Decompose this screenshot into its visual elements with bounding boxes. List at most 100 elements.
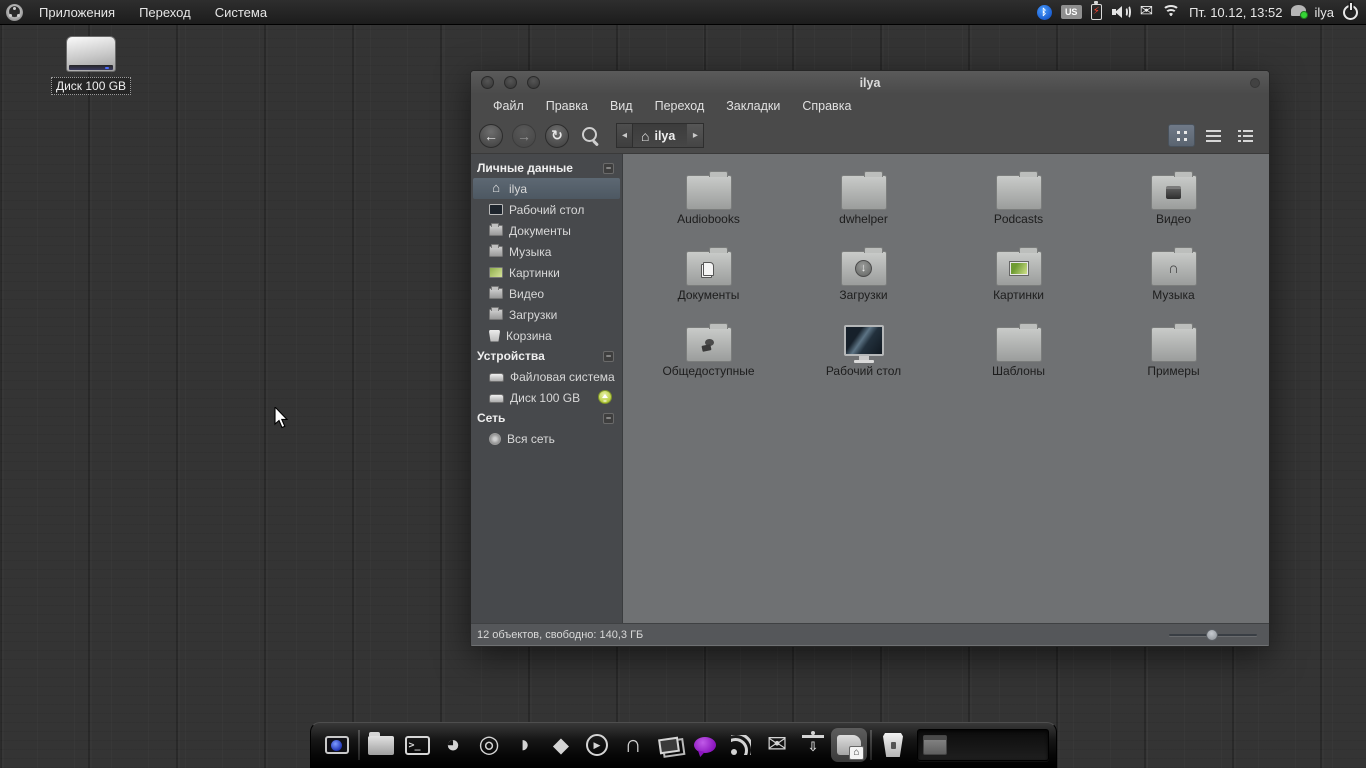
file-templates[interactable]: Шаблоны xyxy=(941,318,1096,394)
back-button[interactable]: ← xyxy=(479,124,503,148)
dock-songbird-icon[interactable]: ◗ xyxy=(507,728,543,762)
dock-audio-headphones-icon[interactable]: ∩ xyxy=(615,728,651,762)
collapse-icon[interactable]: − xyxy=(603,163,614,174)
file-documents[interactable]: Документы xyxy=(631,242,786,318)
path-scroll-right-icon[interactable]: ▸ xyxy=(687,123,704,148)
menu-edit[interactable]: Правка xyxy=(536,96,598,116)
path-home-button[interactable]: ⌂ilya xyxy=(633,123,687,148)
distributor-logo-icon[interactable] xyxy=(6,4,23,21)
window-item-thumbnail[interactable] xyxy=(923,735,947,755)
dock-file-manager-home-icon-active[interactable] xyxy=(831,728,867,762)
dock-inkscape-icon[interactable]: ◆ xyxy=(543,728,579,762)
username-label[interactable]: ilya xyxy=(1314,5,1334,20)
menu-help[interactable]: Справка xyxy=(792,96,861,116)
sidebar-item-home[interactable]: ⌂ilya xyxy=(473,178,620,199)
collapse-icon[interactable]: − xyxy=(603,413,614,424)
desktop-disk-icon[interactable]: Диск 100 GB xyxy=(48,36,134,95)
search-icon[interactable] xyxy=(578,124,602,148)
battery-charging-icon[interactable]: ⚡ xyxy=(1091,4,1102,20)
window-close-button[interactable] xyxy=(481,76,494,89)
mail-icon[interactable]: ✉ xyxy=(1140,2,1153,22)
sidebar-item-disk-100gb[interactable]: Диск 100 GB xyxy=(473,387,620,408)
titlebar[interactable]: ilya xyxy=(471,71,1269,94)
sidebar-item-desktop[interactable]: Рабочий стол xyxy=(473,199,620,220)
file-label: Загрузки xyxy=(839,288,887,302)
sidebar-section-network[interactable]: Сеть − xyxy=(471,408,622,428)
menu-go[interactable]: Переход xyxy=(645,96,715,116)
folder-icon xyxy=(996,327,1042,362)
sidebar-item-videos[interactable]: Видео xyxy=(473,283,620,304)
compact-view-button[interactable] xyxy=(1232,124,1259,147)
pictures-folder-icon xyxy=(996,251,1042,286)
file-podcasts[interactable]: Podcasts xyxy=(941,166,1096,242)
dock-file-browser-icon[interactable] xyxy=(363,728,399,762)
path-scroll-left-icon[interactable]: ◂ xyxy=(616,123,633,148)
keyboard-layout-badge[interactable]: US xyxy=(1061,5,1082,19)
path-home-label: ilya xyxy=(654,129,675,143)
sidebar-item-entire-network[interactable]: Вся сеть xyxy=(473,428,620,449)
dock-trash-icon[interactable] xyxy=(875,728,911,762)
clock[interactable]: Пт. 10.12, 13:52 xyxy=(1189,5,1282,20)
eject-button[interactable] xyxy=(598,390,612,404)
sidebar-section-devices[interactable]: Устройства − xyxy=(471,346,622,366)
reload-button[interactable]: ↻ xyxy=(545,124,569,148)
docky-anchor-icon[interactable] xyxy=(319,728,355,762)
file-examples[interactable]: Примеры xyxy=(1096,318,1251,394)
menu-places[interactable]: Переход xyxy=(131,2,199,23)
bluetooth-icon[interactable]: ᛒ xyxy=(1037,5,1052,20)
file-pictures[interactable]: Картинки xyxy=(941,242,1096,318)
volume-icon[interactable] xyxy=(1111,4,1131,20)
sidebar-item-label: Документы xyxy=(509,224,571,238)
online-status-dot xyxy=(1300,11,1308,19)
slider-knob[interactable] xyxy=(1206,629,1218,641)
icon-view-button[interactable] xyxy=(1168,124,1195,147)
dock-firefox-icon[interactable]: ◕ xyxy=(435,728,471,762)
file-video[interactable]: Видео xyxy=(1096,166,1251,242)
network-wifi-icon[interactable] xyxy=(1162,5,1180,19)
dock-messenger-icon[interactable] xyxy=(687,728,723,762)
window-minimize-button[interactable] xyxy=(504,76,517,89)
menu-system[interactable]: Система xyxy=(207,2,275,23)
forward-button[interactable]: → xyxy=(512,124,536,148)
dock-mail-icon[interactable]: ✉ xyxy=(759,728,795,762)
sidebar-item-music[interactable]: Музыка xyxy=(473,241,620,262)
file-dwhelper[interactable]: dwhelper xyxy=(786,166,941,242)
menu-applications[interactable]: Приложения xyxy=(31,2,123,23)
user-presence-icon[interactable] xyxy=(1291,5,1308,19)
dock-downloads-scale-icon[interactable]: ⇩ xyxy=(795,728,831,762)
documents-emblem-icon xyxy=(703,262,714,276)
window-maximize-button[interactable] xyxy=(527,76,540,89)
dock-media-player-icon[interactable]: ▶ xyxy=(579,728,615,762)
charging-bolt-icon: ⚡ xyxy=(1093,7,1100,17)
sidebar-item-documents[interactable]: Документы xyxy=(473,220,620,241)
sidebar-item-downloads[interactable]: Загрузки xyxy=(473,304,620,325)
power-icon[interactable] xyxy=(1343,5,1358,20)
window-menu-button[interactable] xyxy=(1250,78,1260,88)
file-music[interactable]: ∩Музыка xyxy=(1096,242,1251,318)
menu-file[interactable]: Файл xyxy=(483,96,534,116)
toolbar: ← → ↻ ◂ ⌂ilya ▸ xyxy=(471,118,1269,154)
file-public[interactable]: Общедоступные xyxy=(631,318,786,394)
list-view-button[interactable] xyxy=(1200,124,1227,147)
public-folder-icon xyxy=(686,327,732,362)
file-downloads[interactable]: ↓Загрузки xyxy=(786,242,941,318)
dock-photo-manager-icon[interactable] xyxy=(651,728,687,762)
file-desktop[interactable]: Рабочий стол xyxy=(786,318,941,394)
dock-terminal-icon[interactable]: >_ xyxy=(399,728,435,762)
sidebar-item-trash[interactable]: Корзина xyxy=(473,325,620,346)
collapse-icon[interactable]: − xyxy=(603,351,614,362)
sidebar-item-pictures[interactable]: Картинки xyxy=(473,262,620,283)
dock-window-list[interactable] xyxy=(917,729,1049,761)
dock-rss-reader-icon[interactable] xyxy=(723,728,759,762)
sidebar-item-filesystem[interactable]: Файловая система xyxy=(473,366,620,387)
file-view[interactable]: Audiobooks dwhelper Podcasts Видео Докум… xyxy=(623,154,1269,623)
folder-icon xyxy=(489,309,503,320)
sidebar-item-label: Корзина xyxy=(506,329,552,343)
file-audiobooks[interactable]: Audiobooks xyxy=(631,166,786,242)
menu-bookmarks[interactable]: Закладки xyxy=(716,96,790,116)
dock-chromium-icon[interactable]: ◎ xyxy=(471,728,507,762)
sidebar: Личные данные − ⌂ilya Рабочий стол Докум… xyxy=(471,154,623,623)
zoom-slider[interactable] xyxy=(1169,629,1257,641)
sidebar-section-personal[interactable]: Личные данные − xyxy=(471,158,622,178)
menu-view[interactable]: Вид xyxy=(600,96,643,116)
